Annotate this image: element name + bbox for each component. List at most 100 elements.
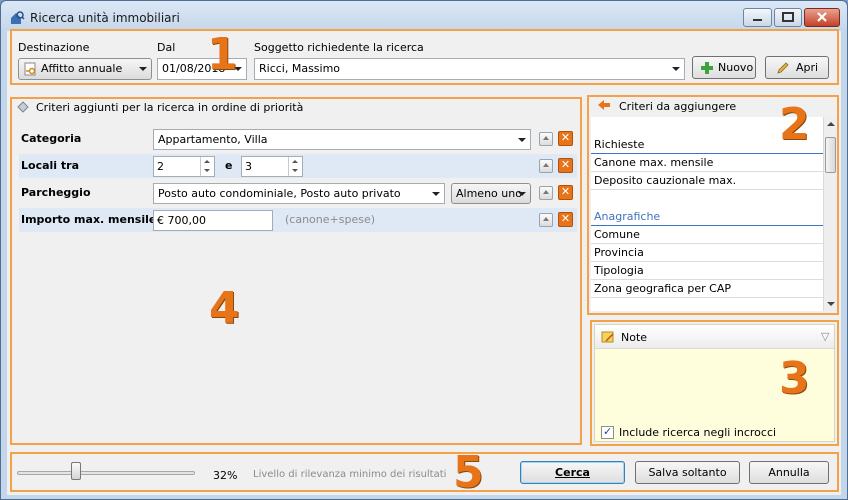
available-header: Criteri da aggiungere bbox=[619, 100, 737, 113]
minimize-icon bbox=[753, 19, 762, 21]
soggetto-label: Soggetto richiedente la ricerca bbox=[254, 41, 424, 54]
soggetto-value: Ricci, Massimo bbox=[259, 62, 341, 75]
annulla-label: Annulla bbox=[768, 466, 810, 479]
chevron-down-icon bbox=[432, 192, 440, 196]
move-up-button[interactable] bbox=[539, 186, 553, 200]
scroll-thumb[interactable] bbox=[825, 137, 836, 173]
window-title: Ricerca unità immobiliari bbox=[30, 11, 180, 25]
marker-3: 3 bbox=[779, 353, 810, 404]
list-item[interactable]: Comune bbox=[591, 226, 823, 244]
note-header-bar: Note ▽ bbox=[595, 325, 834, 349]
scroll-up-icon[interactable] bbox=[827, 121, 835, 127]
delete-criterion-button[interactable]: ✕ bbox=[558, 131, 573, 146]
locali-from-stepper[interactable]: 2 bbox=[153, 156, 215, 177]
key-icon bbox=[24, 62, 36, 76]
salva-button[interactable]: Salva soltanto bbox=[635, 461, 740, 484]
criteria-header-icon bbox=[17, 101, 29, 113]
marker-5: 5 bbox=[453, 447, 484, 498]
parcheggio-label: Parcheggio bbox=[21, 186, 91, 199]
list-item[interactable]: Provincia bbox=[591, 244, 823, 262]
close-button[interactable] bbox=[804, 8, 840, 27]
list-item[interactable]: Deposito cauzionale max. bbox=[591, 172, 823, 190]
spinner-arrows[interactable] bbox=[288, 157, 302, 176]
importo-hint: (canone+spese) bbox=[285, 213, 376, 226]
criteria-row-parcheggio: Parcheggio Posto auto condominiale, Post… bbox=[19, 181, 577, 205]
locali-conj: e bbox=[225, 159, 233, 172]
include-label: Include ricerca negli incrocci bbox=[619, 426, 777, 439]
parcheggio-mode-value: Almeno uno bbox=[456, 187, 522, 200]
categoria-select[interactable]: Appartamento, Villa bbox=[153, 129, 531, 150]
soggetto-select[interactable]: Ricci, Massimo bbox=[254, 58, 685, 80]
parcheggio-value: Posto auto condominiale, Posto auto priv… bbox=[158, 187, 401, 200]
destinazione-label: Destinazione bbox=[18, 41, 90, 54]
maximize-icon bbox=[782, 12, 794, 22]
relevance-slider[interactable] bbox=[17, 462, 197, 482]
delete-criterion-button[interactable]: ✕ bbox=[558, 185, 573, 200]
salva-label: Salva soltanto bbox=[648, 466, 727, 479]
include-checkbox[interactable]: ✓ bbox=[601, 425, 614, 439]
parcheggio-mode-select[interactable]: Almeno uno bbox=[451, 183, 531, 204]
marker-2: 2 bbox=[779, 99, 810, 150]
arrow-left-icon bbox=[598, 100, 610, 110]
plus-icon bbox=[701, 62, 713, 74]
destinazione-value: Affitto annuale bbox=[41, 62, 123, 75]
marker-4: 4 bbox=[209, 283, 240, 334]
chevron-down-icon bbox=[139, 67, 147, 71]
chevron-down-icon bbox=[672, 67, 680, 71]
chevron-down-icon bbox=[518, 138, 526, 142]
move-up-button[interactable] bbox=[539, 132, 553, 146]
annulla-button[interactable]: Annulla bbox=[749, 461, 829, 484]
categoria-value: Appartamento, Villa bbox=[158, 133, 268, 146]
delete-criterion-button[interactable]: ✕ bbox=[558, 158, 573, 173]
list-item[interactable]: Tipologia bbox=[591, 262, 823, 280]
move-up-button[interactable] bbox=[539, 159, 553, 173]
delete-criterion-button[interactable]: ✕ bbox=[558, 212, 573, 227]
importo-label: Importo max. mensile bbox=[21, 213, 157, 226]
apri-button[interactable]: Apri bbox=[765, 56, 829, 79]
criteria-row-categoria: Categoria Appartamento, Villa ✕ bbox=[19, 127, 577, 151]
slider-value: 32% bbox=[213, 469, 238, 482]
check-icon: ✓ bbox=[603, 425, 613, 438]
maximize-button[interactable] bbox=[774, 8, 802, 27]
list-item[interactable]: Zona geografica per CAP bbox=[591, 280, 823, 298]
dal-label: Dal bbox=[157, 41, 176, 54]
cerca-button[interactable]: Cerca bbox=[520, 461, 625, 484]
locali-to-stepper[interactable]: 3 bbox=[241, 156, 303, 177]
parcheggio-select[interactable]: Posto auto condominiale, Posto auto priv… bbox=[153, 183, 445, 204]
criteria-row-importo: Importo max. mensile € 700,00 (canone+sp… bbox=[19, 208, 577, 232]
move-up-button[interactable] bbox=[539, 213, 553, 227]
slider-track bbox=[17, 471, 195, 475]
importo-value: € 700,00 bbox=[157, 214, 206, 227]
note-icon bbox=[601, 331, 614, 343]
slider-caption: Livello di rilevanza minimo dei risultat… bbox=[253, 469, 447, 480]
main-window: Ricerca unità immobiliari Destinazione A… bbox=[0, 0, 848, 500]
apri-label: Apri bbox=[796, 61, 819, 74]
house-search-icon bbox=[11, 11, 25, 24]
marker-1: 1 bbox=[207, 29, 238, 80]
chevron-down-icon bbox=[518, 192, 526, 196]
slider-thumb[interactable] bbox=[71, 462, 81, 480]
criteria-header: Criteri aggiunti per la ricerca in ordin… bbox=[36, 101, 304, 114]
criteria-row-locali: Locali tra 2 e 3 ✕ bbox=[19, 154, 577, 178]
available-scrollbar[interactable] bbox=[823, 117, 837, 311]
client-area: Destinazione Affitto annuale Dal 01/08/2… bbox=[7, 29, 841, 498]
nuovo-label: Nuovo bbox=[718, 61, 754, 74]
locali-to-value: 3 bbox=[245, 160, 252, 173]
group-anagrafiche: Anagrafiche bbox=[591, 208, 823, 226]
categoria-label: Categoria bbox=[21, 132, 82, 145]
nuovo-button[interactable]: Nuovo bbox=[692, 56, 756, 79]
list-item[interactable]: Canone max. mensile bbox=[591, 154, 823, 172]
pencil-icon bbox=[777, 62, 789, 74]
note-header: Note bbox=[621, 331, 648, 344]
include-checkbox-row[interactable]: ✓ Include ricerca negli incrocci bbox=[601, 425, 831, 441]
locali-from-value: 2 bbox=[157, 160, 164, 173]
minimize-button[interactable] bbox=[743, 8, 772, 27]
cerca-label: Cerca bbox=[555, 466, 590, 479]
scroll-down-icon[interactable] bbox=[827, 301, 835, 307]
spinner-arrows[interactable] bbox=[200, 157, 214, 176]
collapse-icon[interactable]: ▽ bbox=[821, 330, 829, 343]
importo-input[interactable]: € 700,00 bbox=[153, 210, 273, 231]
locali-label: Locali tra bbox=[21, 159, 79, 172]
close-icon bbox=[817, 12, 827, 22]
destinazione-select[interactable]: Affitto annuale bbox=[18, 58, 152, 80]
